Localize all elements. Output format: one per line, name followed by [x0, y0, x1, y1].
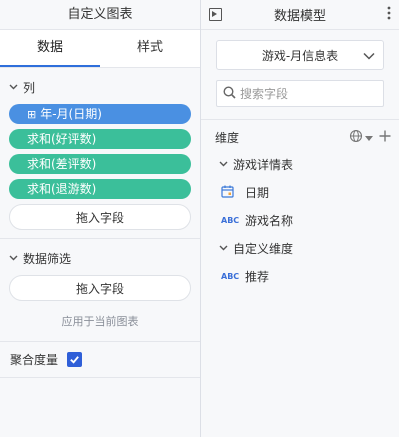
tab-data[interactable]: 数据 [0, 30, 100, 67]
data-model-header: 数据模型 [201, 0, 399, 30]
data-model-panel: 数据模型 游戏-月信息表 维度 [201, 0, 399, 437]
chevron-down-icon [219, 243, 233, 254]
search-input[interactable] [240, 86, 380, 101]
column-field-measure[interactable]: 求和(好评数) [9, 129, 191, 149]
column-field-measure[interactable]: 求和(退游数) [9, 179, 191, 199]
more-vertical-icon[interactable] [387, 6, 391, 20]
chevron-down-icon [9, 82, 23, 93]
aggregate-checkbox[interactable] [67, 352, 83, 367]
column-field-date[interactable]: ⊞ 年-月(日期) [9, 104, 191, 124]
columns-section: 列 ⊞ 年-月(日期) 求和(好评数) 求和(差评数) 求和(退游数) 拖入字段 [0, 68, 200, 239]
field-item-game-name[interactable]: ABC 游戏名称 [201, 206, 399, 234]
table-icon: ⊞ [27, 108, 37, 121]
dimension-header: 维度 [201, 124, 399, 150]
field-label: 年-月(日期) [40, 107, 102, 121]
panel-title: 自定义图表 [0, 0, 200, 30]
tree-group-game-detail[interactable]: 游戏详情表 [201, 150, 399, 178]
search-icon [223, 85, 236, 102]
filter-section: 数据筛选 拖入字段 应用于当前图表 [0, 239, 200, 342]
dimension-label: 维度 [215, 130, 240, 145]
filter-header[interactable]: 数据筛选 [9, 249, 191, 267]
collapse-panel-icon[interactable] [209, 8, 222, 21]
field-item-date[interactable]: 日期 [201, 178, 399, 206]
add-icon[interactable] [379, 130, 391, 145]
columns-drop-zone[interactable]: 拖入字段 [9, 204, 191, 230]
apply-to-chart-link[interactable]: 应用于当前图表 [9, 313, 191, 329]
field-label: 游戏名称 [245, 213, 294, 228]
column-field-measure[interactable]: 求和(差评数) [9, 154, 191, 174]
tree-group-custom-dimension[interactable]: 自定义维度 [201, 234, 399, 262]
field-label: 日期 [245, 185, 270, 200]
table-select-value: 游戏-月信息表 [261, 48, 339, 63]
abc-icon: ABC [221, 271, 240, 281]
chevron-down-icon [363, 49, 375, 63]
tab-style[interactable]: 样式 [100, 30, 200, 67]
field-item-recommend[interactable]: ABC 推荐 [201, 262, 399, 290]
filter-drop-zone[interactable]: 拖入字段 [9, 275, 191, 301]
tree-group-label: 自定义维度 [233, 241, 294, 256]
aggregate-label: 聚合度量 [10, 353, 59, 367]
field-label: 推荐 [245, 269, 270, 284]
columns-header[interactable]: 列 [9, 78, 191, 96]
chart-config-panel: 自定义图表 数据 样式 列 ⊞ 年-月(日期) 求和(好评数) 求和(差评数) 求… [0, 0, 201, 437]
calendar-icon [221, 185, 243, 200]
chevron-down-icon [219, 159, 233, 170]
config-tabs: 数据 样式 [0, 30, 200, 68]
tree-group-label: 游戏详情表 [233, 157, 294, 172]
aggregate-row: 聚合度量 [0, 342, 200, 378]
data-model-title: 数据模型 [273, 9, 326, 24]
field-label: 求和(退游数) [27, 182, 97, 196]
globe-icon[interactable] [349, 129, 363, 146]
divider [201, 119, 399, 120]
abc-icon: ABC [221, 215, 240, 225]
dimension-tools [349, 129, 391, 146]
check-icon [70, 356, 79, 364]
field-label: 求和(好评数) [27, 132, 97, 146]
caret-down-icon[interactable] [365, 131, 373, 145]
table-select[interactable]: 游戏-月信息表 [216, 40, 384, 70]
filter-label: 数据筛选 [23, 251, 72, 266]
field-search [216, 80, 384, 107]
columns-label: 列 [23, 80, 36, 95]
field-label: 求和(差评数) [27, 157, 97, 171]
chevron-down-icon [9, 253, 23, 264]
